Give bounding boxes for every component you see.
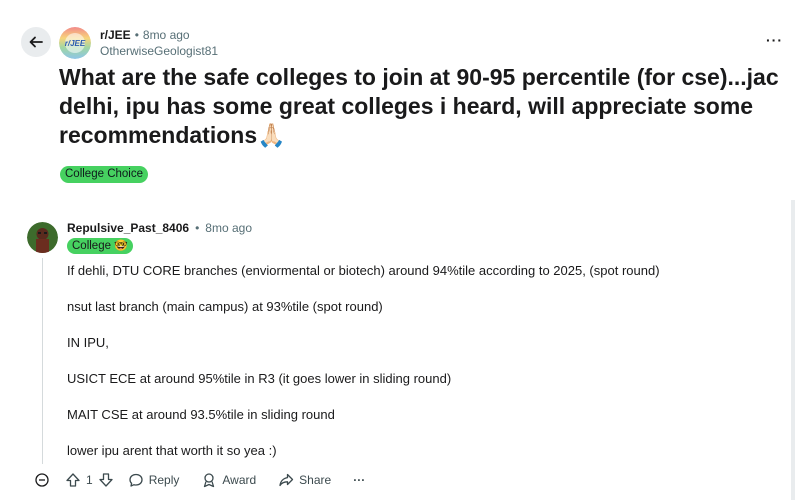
post-time: 8mo ago xyxy=(142,28,190,42)
share-icon xyxy=(279,473,294,487)
comment-actions: 1 Reply Award Share ··· xyxy=(35,469,365,491)
downvote-icon[interactable] xyxy=(98,472,114,488)
share-label: Share xyxy=(299,473,332,487)
subreddit-name[interactable]: r/JEE xyxy=(100,28,131,42)
share-button[interactable]: Share xyxy=(278,472,331,488)
reply-label: Reply xyxy=(148,473,180,487)
more-options-button[interactable]: ··· xyxy=(766,32,783,48)
back-arrow-icon xyxy=(29,36,43,48)
vote-count: 1 xyxy=(86,473,93,487)
user-avatar[interactable] xyxy=(27,222,58,253)
comment-paragraph: If dehli, DTU CORE branches (enviormenta… xyxy=(67,263,660,278)
comment-meta: Repulsive_Past_8406 • 8mo ago xyxy=(67,221,252,235)
svg-text:r/JEE: r/JEE xyxy=(65,39,86,48)
comment-paragraph: USICT ECE at around 95%tile in R3 (it go… xyxy=(67,371,452,386)
subreddit-icon[interactable]: r/JEE xyxy=(59,27,91,59)
pray-emoji: 🙏🏻 xyxy=(257,122,286,148)
comment-time: 8mo ago xyxy=(205,221,252,235)
comment-paragraph: nsut last branch (main campus) at 93%til… xyxy=(67,299,383,314)
vote-group: 1 xyxy=(65,472,114,488)
post-author[interactable]: OtherwiseGeologist81 xyxy=(100,44,218,58)
comment-paragraph: IN IPU, xyxy=(67,335,109,350)
user-flair: College 🤓 xyxy=(67,238,133,254)
award-label: Award xyxy=(222,473,257,487)
post-flair[interactable]: College Choice xyxy=(60,166,148,183)
collapse-icon xyxy=(35,473,49,487)
award-button[interactable]: Award xyxy=(201,472,256,488)
upvote-icon[interactable] xyxy=(65,472,81,488)
scrollbar[interactable] xyxy=(791,200,795,500)
post-title-text: What are the safe colleges to join at 90… xyxy=(59,64,779,148)
thread-line[interactable] xyxy=(42,258,43,464)
post-meta: r/JEE • 8mo ago xyxy=(100,28,190,42)
comment-paragraph: MAIT CSE at around 93.5%tile in sliding … xyxy=(67,407,335,422)
user-flair-label: College xyxy=(72,240,111,252)
post-page: r/JEE r/JEE • 8mo ago OtherwiseGeologist… xyxy=(0,0,795,501)
separator-dot: • xyxy=(195,221,200,235)
reply-icon xyxy=(129,473,143,487)
comment-paragraph: lower ipu arent that worth it so yea :) xyxy=(67,443,277,458)
comment-username[interactable]: Repulsive_Past_8406 xyxy=(67,221,189,235)
nerd-face-icon: 🤓 xyxy=(114,240,128,252)
collapse-button[interactable] xyxy=(35,473,49,487)
award-icon xyxy=(204,473,215,488)
back-button[interactable] xyxy=(21,27,51,57)
reply-button[interactable]: Reply xyxy=(128,472,180,488)
comment-more-button[interactable]: ··· xyxy=(353,473,365,487)
separator-dot: • xyxy=(134,28,139,42)
post-title: What are the safe colleges to join at 90… xyxy=(59,63,784,150)
